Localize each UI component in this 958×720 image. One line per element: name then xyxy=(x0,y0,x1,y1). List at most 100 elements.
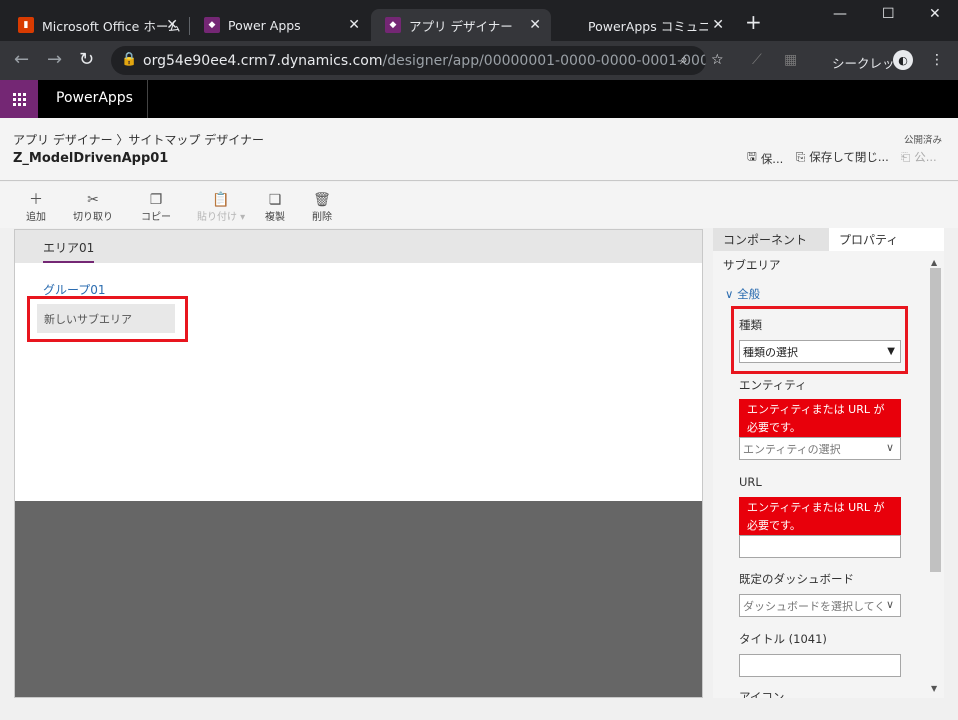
entity-error-line1: エンティティまたは URL が xyxy=(747,403,885,416)
close-window-icon[interactable]: ✕ xyxy=(929,6,941,22)
dashboard-select[interactable]: ダッシュボードを選択してく ∨ xyxy=(739,594,901,617)
powerapps-icon: ◆ xyxy=(204,17,220,33)
trash-icon: 🗑 xyxy=(313,192,331,208)
app-bar: PowerApps xyxy=(0,80,958,118)
minimize-icon[interactable]: — xyxy=(833,6,847,22)
tab-label: Microsoft Office ホーム xyxy=(42,18,181,34)
url-path: /designer/app/00000001-0000-0000-0001-00… xyxy=(382,52,706,69)
close-tab-icon[interactable]: ✕ xyxy=(348,17,360,33)
area-container: エリア01 グループ01 新しいサブエリア xyxy=(15,230,702,501)
app-launcher-icon[interactable] xyxy=(0,80,38,118)
plus-icon: ＋ xyxy=(29,192,43,208)
tab-components[interactable]: コンポーネント xyxy=(713,228,829,251)
entity-label: エンティティ xyxy=(739,378,807,392)
publish-button[interactable]: ⎗ 公... xyxy=(901,149,937,165)
entity-placeholder: エンティティの選択 xyxy=(743,442,841,456)
publish-label: 公... xyxy=(914,150,937,164)
entity-error-line2: 必要です。 xyxy=(747,421,801,434)
properties-panel: コンポーネント プロパティ サブエリア ∨ 全般 種類 種類の選択 ▼ エンティ… xyxy=(713,228,944,698)
tab-label: アプリ デザイナー xyxy=(409,18,513,34)
scroll-up-icon[interactable]: ▲ xyxy=(931,258,937,267)
browser-tab-powerapps[interactable]: ◆ Power Apps ✕ xyxy=(190,9,370,41)
save-icon: 🖫 xyxy=(747,149,757,163)
clipboard-icon: 📋 xyxy=(212,192,230,208)
duplicate-icon: ❏ xyxy=(268,192,282,208)
general-label: 全般 xyxy=(737,287,761,301)
general-section-toggle[interactable]: ∨ 全般 xyxy=(725,286,760,302)
close-tab-icon[interactable]: ✕ xyxy=(529,17,541,33)
title-label: タイトル (1041) xyxy=(739,632,827,646)
app-name: Z_ModelDrivenApp01 xyxy=(13,151,169,166)
search-icon[interactable]: ⌕ xyxy=(680,52,688,68)
copy-button[interactable]: ❐ コピー xyxy=(141,192,171,223)
sitemap-canvas: エリア01 グループ01 新しいサブエリア xyxy=(14,229,703,698)
url-field[interactable]: 🔒 org54e90ee4.crm7.dynamics.com/designer… xyxy=(111,46,706,75)
browser-tab-app-designer[interactable]: ◆ アプリ デザイナー ✕ xyxy=(371,9,551,41)
paste-button[interactable]: 📋 貼り付け ▾ xyxy=(197,192,245,223)
breadcrumb[interactable]: アプリ デザイナー 〉サイトマップ デザイナー xyxy=(13,131,264,148)
paste-label: 貼り付け ▾ xyxy=(197,212,246,223)
section-title: サブエリア xyxy=(723,258,781,272)
panel-scrollbar[interactable]: ▲ ▼ xyxy=(928,256,943,698)
duplicate-label: 複製 xyxy=(265,212,285,223)
chevron-down-icon: ∨ xyxy=(885,441,894,454)
chevron-down-icon: ∨ xyxy=(885,598,894,611)
highlight-box-type xyxy=(731,306,908,374)
add-button[interactable]: ＋ 追加 xyxy=(26,192,46,223)
url-error-line2: 必要です。 xyxy=(747,519,801,532)
publish-status: 公開済み xyxy=(903,135,942,146)
save-close-icon: ⎘ xyxy=(796,149,806,164)
browser-tab-office[interactable]: ▮ Microsoft Office ホーム ✕ xyxy=(4,9,188,41)
dashboard-placeholder: ダッシュボードを選択してく xyxy=(743,599,886,613)
icon-label: アイコン xyxy=(739,690,785,698)
delete-button[interactable]: 🗑 削除 xyxy=(312,192,332,223)
save-close-label: 保存して閉じ... xyxy=(809,150,889,164)
save-label: 保... xyxy=(760,151,784,166)
extension-icon-2[interactable]: ▦ xyxy=(784,52,797,68)
save-and-close-button[interactable]: ⎘ 保存して閉じ... xyxy=(796,149,889,165)
browser-tab-community[interactable]: PowerApps コミュニティ ✕ xyxy=(551,9,734,41)
new-tab-button[interactable]: + xyxy=(745,12,762,32)
url-error-line1: エンティティまたは URL が xyxy=(747,501,885,514)
close-tab-icon[interactable]: ✕ xyxy=(166,17,178,33)
close-tab-icon[interactable]: ✕ xyxy=(712,17,724,33)
forward-icon[interactable]: → xyxy=(47,50,62,70)
duplicate-button[interactable]: ❏ 複製 xyxy=(265,192,285,223)
app-bar-title[interactable]: PowerApps xyxy=(56,90,133,106)
maximize-icon[interactable]: ☐ xyxy=(882,6,895,22)
tab-label: PowerApps コミュニティ xyxy=(588,18,708,34)
back-icon[interactable]: ← xyxy=(14,50,29,70)
extension-icon[interactable]: ⟋ xyxy=(752,52,762,68)
entity-select[interactable]: エンティティの選択 ∨ xyxy=(739,437,901,460)
designer-header: アプリ デザイナー 〉サイトマップ デザイナー Z_ModelDrivenApp… xyxy=(0,118,958,181)
copy-label: コピー xyxy=(141,212,171,223)
cut-button[interactable]: ✂ 切り取り xyxy=(73,192,113,223)
highlight-box-subarea xyxy=(27,296,188,342)
office-icon: ▮ xyxy=(18,17,34,33)
address-bar: ← → ↻ 🔒 org54e90ee4.crm7.dynamics.com/de… xyxy=(0,41,958,80)
lock-icon: 🔒 xyxy=(121,52,138,67)
reload-icon[interactable]: ↻ xyxy=(79,50,94,70)
entity-error-message: エンティティまたは URL が 必要です。 xyxy=(739,399,901,437)
scissors-icon: ✂ xyxy=(87,192,99,208)
save-button[interactable]: 🖫 保... xyxy=(747,149,783,168)
browser-tab-strip: ▮ Microsoft Office ホーム ✕ ◆ Power Apps ✕ … xyxy=(0,0,958,41)
bookmark-star-icon[interactable]: ☆ xyxy=(711,52,724,68)
command-toolbar: ＋ 追加 ✂ 切り取り ❐ コピー 📋 貼り付け ▾ ❏ 複製 🗑 削除 xyxy=(0,182,958,228)
area-tab[interactable]: エリア01 xyxy=(43,239,95,263)
menu-icon[interactable]: ⋮ xyxy=(930,52,944,68)
url-input[interactable] xyxy=(739,535,901,558)
title-input[interactable] xyxy=(739,654,901,677)
area-header: エリア01 xyxy=(15,230,702,263)
delete-label: 削除 xyxy=(312,212,332,223)
powerapps-icon: ◆ xyxy=(385,17,401,33)
scroll-thumb[interactable] xyxy=(930,268,941,572)
add-label: 追加 xyxy=(26,212,46,223)
incognito-icon[interactable]: ◐ xyxy=(893,50,913,70)
scroll-down-icon[interactable]: ▼ xyxy=(931,684,937,693)
tab-label: Power Apps xyxy=(228,17,301,33)
properties-body: サブエリア ∨ 全般 種類 種類の選択 ▼ エンティティ エンティティまたは U… xyxy=(713,251,944,698)
publish-icon: ⎗ xyxy=(901,149,911,164)
tab-properties[interactable]: プロパティ xyxy=(829,228,944,251)
url-domain: org54e90ee4.crm7.dynamics.com xyxy=(143,52,383,69)
